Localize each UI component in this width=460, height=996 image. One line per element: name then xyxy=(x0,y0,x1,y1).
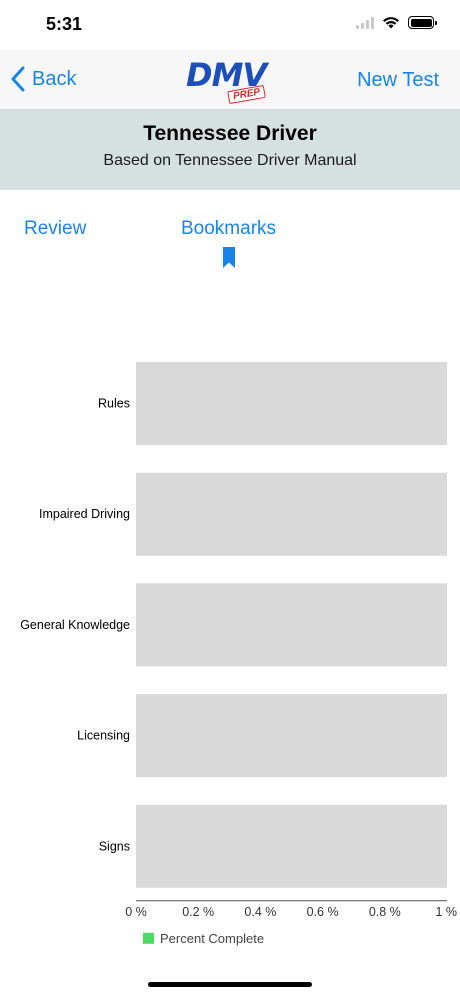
status-bar: 5:31 xyxy=(0,0,460,50)
test-header: Tennessee Driver Based on Tennessee Driv… xyxy=(0,110,460,190)
tab-review[interactable]: Review xyxy=(24,218,86,240)
x-tick-label: 0.2 % xyxy=(182,905,214,919)
dmv-prep-logo: DMV PREP xyxy=(186,56,276,106)
status-icons xyxy=(356,16,437,29)
x-tick-label: 0.4 % xyxy=(244,905,276,919)
x-tick-label: 0 % xyxy=(125,905,147,919)
status-time: 5:31 xyxy=(46,14,83,34)
bar-track xyxy=(136,472,447,556)
bar-track xyxy=(136,694,447,778)
bar-track xyxy=(136,583,447,667)
category-label: Licensing xyxy=(77,729,130,743)
navigation-bar: Back DMV PREP New Test xyxy=(0,50,460,110)
wifi-icon xyxy=(383,17,399,29)
bookmark-icon xyxy=(223,247,235,268)
x-tick-label: 0.6 % xyxy=(307,905,339,919)
bar-track xyxy=(136,362,447,445)
legend-label: Percent Complete xyxy=(160,931,264,946)
progress-chart-svg: Rules Impaired Driving General Knowledge Li… xyxy=(20,362,457,946)
x-tick-label: 1 % xyxy=(435,905,457,919)
chevron-left-icon xyxy=(11,66,25,92)
progress-chart: Rules Impaired Driving General Knowledge Li… xyxy=(0,340,460,960)
bar-track xyxy=(136,804,447,888)
category-label: Rules xyxy=(98,397,130,411)
test-title: Tennessee Driver xyxy=(143,122,317,145)
back-label: Back xyxy=(32,67,77,90)
category-label: General Knowledge xyxy=(20,618,130,632)
test-subtitle: Based on Tennessee Driver Manual xyxy=(103,152,357,169)
x-tick-label: 0.8 % xyxy=(369,905,401,919)
battery-icon xyxy=(408,16,437,29)
new-test-button[interactable]: New Test xyxy=(357,69,439,92)
tab-bookmarks[interactable]: Bookmarks xyxy=(181,218,276,240)
back-button[interactable]: Back xyxy=(10,66,76,92)
category-label: Impaired Driving xyxy=(39,507,130,521)
legend-swatch xyxy=(143,932,154,944)
cellular-signal-icon xyxy=(356,16,374,29)
category-label: Signs xyxy=(99,839,130,853)
home-indicator xyxy=(148,982,312,987)
